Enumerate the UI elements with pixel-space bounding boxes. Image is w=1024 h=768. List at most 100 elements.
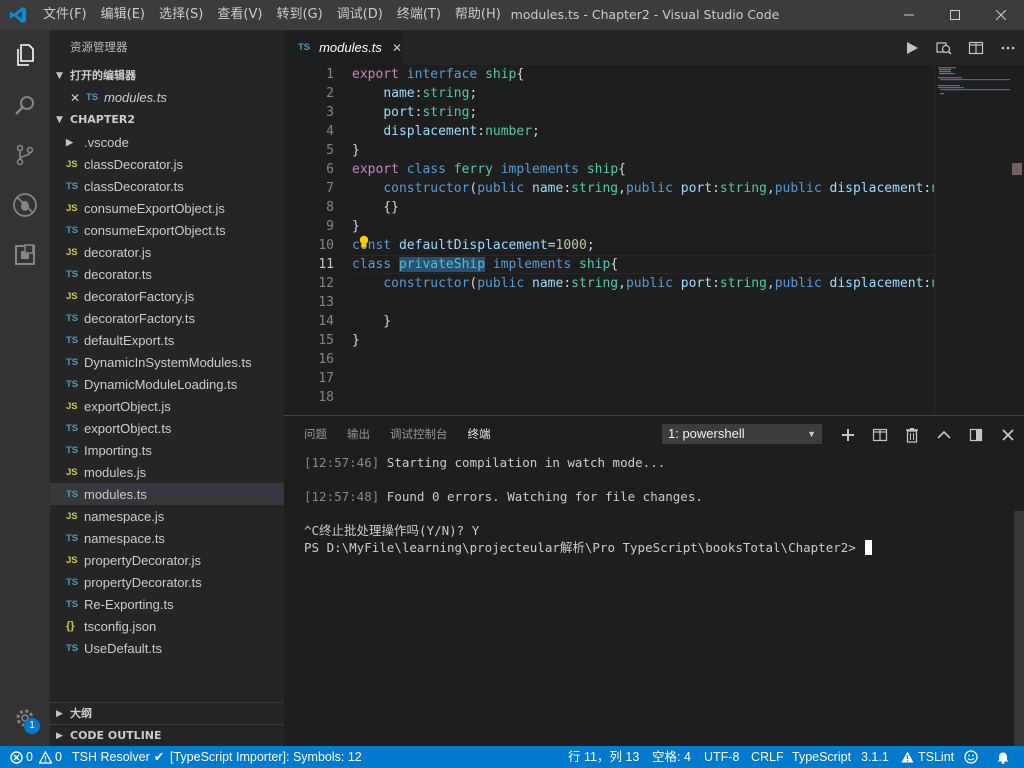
folder-header-chapter2[interactable]: ▼ CHAPTER2 [50, 109, 284, 131]
menu-view[interactable]: 查看(V) [210, 0, 269, 30]
feedback-button[interactable] [964, 746, 978, 768]
explorer-icon[interactable] [0, 30, 50, 80]
file-item[interactable]: TS propertyDecorator.ts [50, 571, 284, 593]
file-item[interactable]: TS decoratorFactory.ts [50, 307, 284, 329]
file-item[interactable]: JS decorator.js [50, 241, 284, 263]
file-item[interactable]: ▶ .vscode [50, 131, 284, 153]
source-control-icon[interactable] [0, 130, 50, 180]
open-editor-item[interactable]: ✕ TS modules.ts [50, 87, 284, 109]
code-line[interactable]: } [352, 217, 934, 236]
file-item[interactable]: JS modules.js [50, 461, 284, 483]
menu-go[interactable]: 转到(G) [269, 0, 329, 30]
scrollbar-marker [1012, 163, 1022, 175]
terminal-output[interactable]: [12:57:46] Starting compilation in watch… [304, 454, 1004, 744]
cursor-position[interactable]: 行 11，列 13 [568, 746, 639, 768]
split-editor-button[interactable] [960, 30, 992, 65]
tslint-status[interactable]: TSLint [901, 746, 954, 768]
file-item[interactable]: JS decoratorFactory.js [50, 285, 284, 307]
notifications-button[interactable] [996, 746, 1010, 768]
eol-status[interactable]: CRLF [751, 746, 784, 768]
file-item[interactable]: TS consumeExportObject.ts [50, 219, 284, 241]
file-item[interactable]: TS exportObject.ts [50, 417, 284, 439]
code-line[interactable]: displacement:number; [352, 122, 934, 141]
file-item[interactable]: JS namespace.js [50, 505, 284, 527]
minimize-button[interactable] [886, 0, 932, 30]
file-item[interactable]: {} tsconfig.json [50, 615, 284, 637]
code-line[interactable]: constructor(public name:string,public po… [352, 274, 934, 293]
code-line[interactable] [352, 293, 934, 312]
indentation-status[interactable]: 空格: 4 [652, 746, 691, 768]
file-item[interactable]: TS modules.ts [50, 483, 284, 505]
tab-terminal[interactable]: 终端 [468, 416, 491, 453]
close-panel-button[interactable] [992, 416, 1024, 453]
code-line[interactable]: } [352, 312, 934, 331]
code-line[interactable]: {} [352, 198, 934, 217]
file-item[interactable]: TS namespace.ts [50, 527, 284, 549]
menu-edit[interactable]: 编辑(E) [94, 0, 152, 30]
code-content[interactable]: export interface ship{ name:string; port… [352, 65, 934, 407]
file-item[interactable]: TS DynamicModuleLoading.ts [50, 373, 284, 395]
lightbulb-icon[interactable] [358, 235, 370, 249]
toggle-panel-position-button[interactable] [960, 416, 992, 453]
ts-version[interactable]: 3.1.1 [861, 746, 889, 768]
language-mode[interactable]: TypeScript [792, 746, 851, 768]
code-outline-header[interactable]: ▶ CODE OUTLINE [50, 724, 284, 746]
code-line[interactable] [352, 369, 934, 388]
code-token: public [625, 181, 673, 196]
maximize-button[interactable] [932, 0, 978, 30]
extensions-icon[interactable] [0, 230, 50, 280]
close-window-button[interactable] [978, 0, 1024, 30]
code-editor[interactable]: 1 2 3 4 5 6 7 8 9 10 11 12 13 14 15 16 17 18 export inter… [284, 65, 1024, 415]
tab-close-icon[interactable]: ✕ [392, 41, 402, 55]
open-changes-button[interactable] [928, 30, 960, 65]
code-line[interactable]: constructor(public name:string,public po… [352, 179, 934, 198]
importer-status[interactable]: [TypeScript Importer]: Symbols: 12 [170, 746, 362, 768]
kill-terminal-button[interactable] [896, 416, 928, 453]
file-item[interactable]: JS consumeExportObject.js [50, 197, 284, 219]
code-line[interactable]: } [352, 331, 934, 350]
code-line[interactable]: class privateShip implements ship{ [352, 255, 934, 274]
tab-output[interactable]: 输出 [347, 416, 370, 453]
code-line[interactable]: export interface ship{ [352, 65, 934, 84]
code-line[interactable] [352, 388, 934, 407]
problems-status[interactable]: 0 0 [10, 746, 62, 768]
file-item[interactable]: TS defaultExport.ts [50, 329, 284, 351]
file-item[interactable]: JS exportObject.js [50, 395, 284, 417]
tab-modules-ts[interactable]: TS modules.ts ✕ [284, 30, 402, 65]
new-terminal-button[interactable] [832, 416, 864, 453]
file-item[interactable]: TS UseDefault.ts [50, 637, 284, 659]
more-actions-button[interactable] [992, 30, 1024, 65]
minimap[interactable] [934, 65, 1010, 415]
code-line[interactable] [352, 350, 934, 369]
code-line[interactable]: port:string; [352, 103, 934, 122]
file-item[interactable]: JS classDecorator.js [50, 153, 284, 175]
code-line[interactable]: name:string; [352, 84, 934, 103]
code-line[interactable]: } [352, 141, 934, 160]
open-editors-header[interactable]: ▼ 打开的编辑器 [50, 65, 284, 87]
file-item[interactable]: JS propertyDecorator.js [50, 549, 284, 571]
menu-selection[interactable]: 选择(S) [152, 0, 210, 30]
file-item[interactable]: TS classDecorator.ts [50, 175, 284, 197]
code-line[interactable]: const defaultDisplacement=1000; [352, 236, 934, 255]
tsh-resolver-status[interactable]: TSH Resolver ✔ [72, 746, 164, 768]
code-line[interactable]: export class ferry implements ship{ [352, 160, 934, 179]
file-item[interactable]: TS DynamicInSystemModules.ts [50, 351, 284, 373]
file-item[interactable]: TS Importing.ts [50, 439, 284, 461]
search-icon[interactable] [0, 80, 50, 130]
split-terminal-button[interactable] [864, 416, 896, 453]
menu-debug[interactable]: 调试(D) [330, 0, 390, 30]
file-item[interactable]: TS Re-Exporting.ts [50, 593, 284, 615]
debug-icon[interactable] [0, 180, 50, 230]
outline-header[interactable]: ▶ 大纲 [50, 702, 284, 724]
maximize-panel-button[interactable] [928, 416, 960, 453]
run-code-button[interactable] [896, 30, 928, 65]
terminal-dropdown[interactable]: 1: powershell ▼ [662, 424, 822, 444]
close-editor-icon[interactable]: ✕ [70, 87, 86, 109]
manage-button[interactable]: 1 [0, 696, 50, 740]
tab-problems[interactable]: 问题 [304, 416, 327, 453]
encoding-status[interactable]: UTF-8 [704, 746, 739, 768]
terminal-scrollbar[interactable] [1014, 511, 1024, 747]
menu-file[interactable]: 文件(F) [36, 0, 94, 30]
tab-debug-console[interactable]: 调试控制台 [390, 416, 448, 453]
file-item[interactable]: TS decorator.ts [50, 263, 284, 285]
